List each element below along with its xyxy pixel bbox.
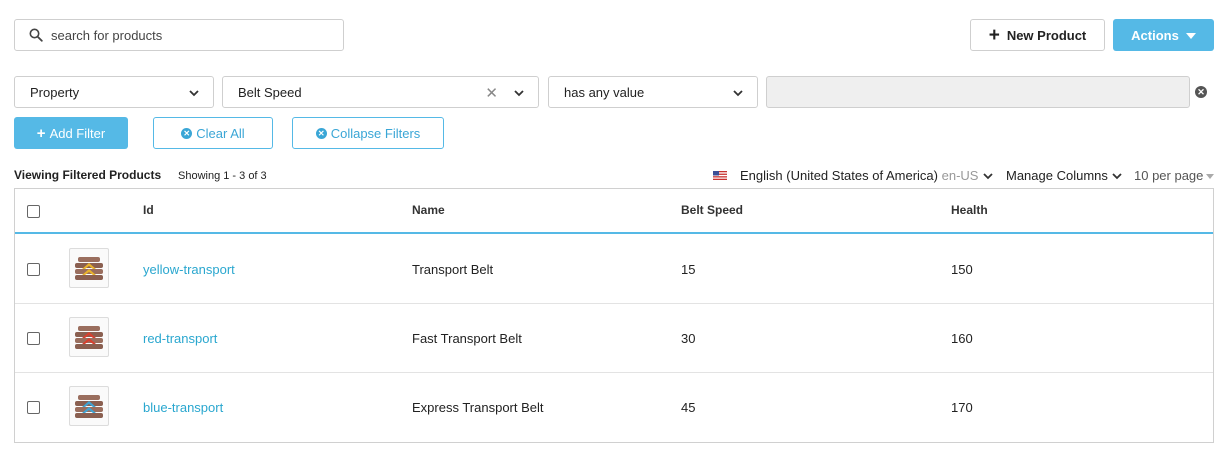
close-circle-icon[interactable]: ✕ bbox=[1195, 86, 1207, 98]
product-thumbnail bbox=[69, 317, 109, 357]
row-checkbox[interactable] bbox=[27, 263, 40, 276]
attribute-select[interactable]: Belt Speed ✕ bbox=[222, 76, 539, 108]
product-name: Fast Transport Belt bbox=[412, 331, 522, 346]
product-name: Express Transport Belt bbox=[412, 400, 544, 415]
column-header-id[interactable]: Id bbox=[143, 203, 154, 217]
plus-icon: + bbox=[988, 24, 1000, 46]
product-belt-speed: 30 bbox=[681, 331, 696, 346]
per-page-select[interactable]: 10 per page bbox=[1134, 168, 1203, 183]
caret-down-icon bbox=[1206, 174, 1214, 179]
product-id-link[interactable]: blue-transport bbox=[143, 400, 223, 415]
locale-code: en-US bbox=[941, 168, 979, 183]
chevron-down-icon bbox=[189, 90, 199, 97]
search-icon bbox=[29, 28, 43, 42]
transport-belt-icon bbox=[75, 257, 103, 280]
product-belt-speed: 45 bbox=[681, 400, 696, 415]
add-filter-button[interactable]: + Add Filter bbox=[14, 117, 128, 149]
locale-selector[interactable]: English (United States of America) en-US bbox=[740, 168, 978, 183]
transport-belt-icon bbox=[75, 395, 103, 418]
chevron-down-icon[interactable] bbox=[983, 171, 993, 181]
results-count: Showing 1 - 3 of 3 bbox=[178, 170, 267, 182]
column-header-belt-speed[interactable]: Belt Speed bbox=[681, 203, 743, 217]
table-header: Id Name Belt Speed Health bbox=[15, 189, 1213, 234]
listing-title: Viewing Filtered Products bbox=[14, 168, 162, 182]
product-id-link[interactable]: red-transport bbox=[143, 331, 217, 346]
product-health: 150 bbox=[951, 262, 973, 277]
chevron-down-icon bbox=[514, 90, 524, 97]
products-table: Id Name Belt Speed Health yellow-transpo… bbox=[14, 188, 1214, 443]
product-thumbnail bbox=[69, 248, 109, 288]
condition-select[interactable]: has any value bbox=[548, 76, 758, 108]
row-checkbox[interactable] bbox=[27, 332, 40, 345]
search-input[interactable] bbox=[51, 27, 331, 43]
collapse-filters-label: Collapse Filters bbox=[330, 125, 421, 141]
property-select-value: Property bbox=[30, 84, 80, 100]
caret-down-icon bbox=[1185, 33, 1196, 39]
us-flag-icon bbox=[713, 171, 727, 180]
clear-all-label: Clear All bbox=[196, 125, 245, 141]
column-header-name[interactable]: Name bbox=[412, 203, 445, 217]
table-row[interactable]: yellow-transport Transport Belt 15 150 bbox=[15, 235, 1213, 304]
filter-value-input[interactable] bbox=[766, 76, 1190, 108]
search-box[interactable] bbox=[14, 19, 344, 51]
row-checkbox[interactable] bbox=[27, 401, 40, 414]
product-belt-speed: 15 bbox=[681, 262, 696, 277]
table-row[interactable]: blue-transport Express Transport Belt 45… bbox=[15, 373, 1213, 442]
property-select[interactable]: Property bbox=[14, 76, 214, 108]
clear-all-button[interactable]: ✕ Clear All bbox=[153, 117, 273, 149]
attribute-select-value: Belt Speed bbox=[238, 84, 302, 100]
plus-icon: + bbox=[36, 124, 46, 142]
chevron-down-icon[interactable] bbox=[1112, 171, 1122, 181]
condition-select-value: has any value bbox=[564, 84, 645, 100]
product-thumbnail bbox=[69, 386, 109, 426]
manage-columns-button[interactable]: Manage Columns bbox=[1006, 168, 1108, 183]
product-id-link[interactable]: yellow-transport bbox=[143, 262, 235, 277]
close-circle-icon: ✕ bbox=[181, 127, 193, 139]
product-health: 160 bbox=[951, 331, 973, 346]
product-name: Transport Belt bbox=[412, 262, 494, 277]
select-all-checkbox[interactable] bbox=[27, 205, 40, 218]
new-product-label: New Product bbox=[1006, 27, 1087, 43]
column-header-health[interactable]: Health bbox=[951, 203, 988, 217]
new-product-button[interactable]: + New Product bbox=[970, 19, 1105, 51]
transport-belt-icon bbox=[75, 326, 103, 349]
add-filter-label: Add Filter bbox=[49, 125, 106, 141]
actions-label: Actions bbox=[1131, 27, 1179, 43]
chevron-down-icon bbox=[733, 90, 743, 97]
clear-icon[interactable]: ✕ bbox=[485, 86, 498, 101]
collapse-filters-button[interactable]: ✕ Collapse Filters bbox=[292, 117, 444, 149]
actions-button[interactable]: Actions bbox=[1113, 19, 1214, 51]
table-row[interactable]: red-transport Fast Transport Belt 30 160 bbox=[15, 304, 1213, 373]
product-health: 170 bbox=[951, 400, 973, 415]
locale-name: English (United States of America) bbox=[740, 168, 938, 183]
close-circle-icon: ✕ bbox=[315, 127, 327, 139]
